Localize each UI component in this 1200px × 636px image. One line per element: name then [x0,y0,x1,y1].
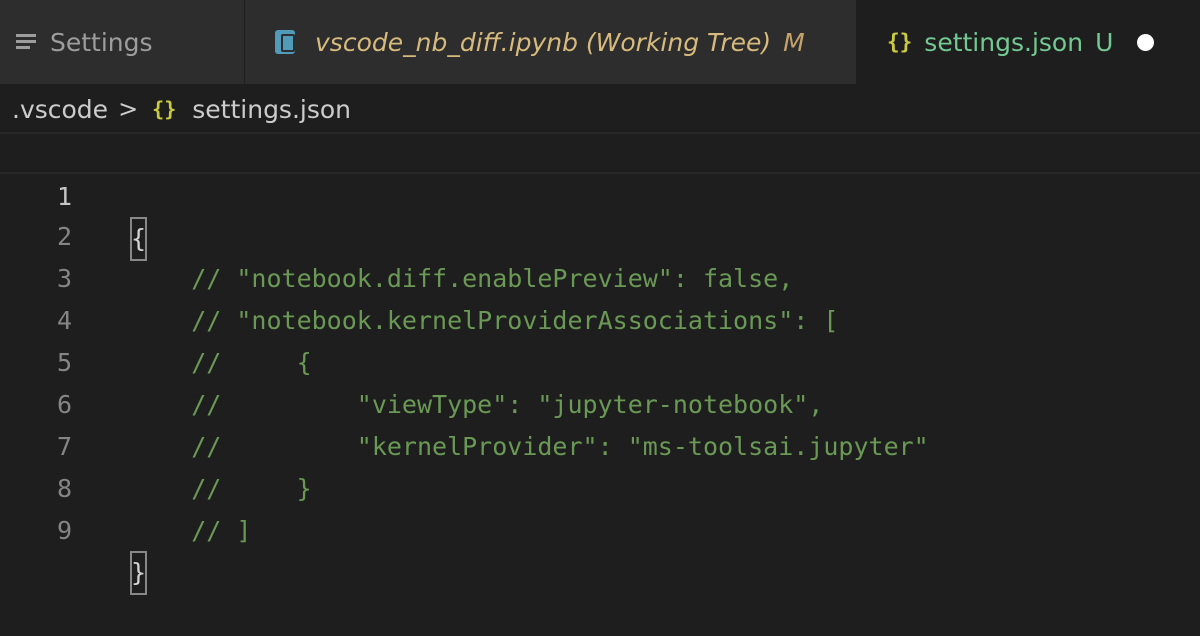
code-text: // ] [131,516,252,545]
code-line[interactable]: 3 // "notebook.kernelProviderAssociation… [0,216,1200,335]
code-line[interactable]: 5 // "viewType": "jupyter-notebook", [0,300,1200,419]
code-line[interactable]: 2 // "notebook.diff.enablePreview": fals… [0,174,1200,293]
tab-settings[interactable]: Settings [0,0,245,84]
braces-icon: {} [887,30,913,54]
lines-icon [16,31,38,53]
modified-badge: M [783,27,805,57]
breadcrumb-file[interactable]: settings.json [192,95,351,124]
code-line[interactable]: 7 // } [0,384,1200,503]
untracked-badge: U [1095,27,1114,57]
tab-label: settings.json [924,27,1084,57]
unsaved-dot-icon[interactable] [1137,33,1155,51]
code-text: } [129,551,148,595]
tab-label: Settings [50,27,153,57]
chevron-right-icon: > [118,95,139,123]
breadcrumb-folder[interactable]: .vscode [12,95,108,124]
code-line[interactable]: 6 // "kernelProvider": "ms-toolsai.jupyt… [0,342,1200,461]
line-number: 9 [56,516,72,545]
code-editor[interactable]: 1 { 2 // "notebook.diff.enablePreview": … [0,132,1200,595]
tab-notebook-diff[interactable]: vscode_nb_diff.ipynb (Working Tree) M [245,0,857,84]
code-line[interactable]: 4 // { [0,258,1200,377]
code-line[interactable]: 9 } [0,468,1200,595]
braces-icon: {} [152,97,177,121]
tab-label: vscode_nb_diff.ipynb (Working Tree) [315,27,772,57]
breadcrumb: .vscode > {} settings.json [0,84,1200,134]
code-line[interactable]: 8 // ] [0,426,1200,545]
tab-bar: Settings vscode_nb_diff.ipynb (Working T… [0,0,1200,84]
code-line[interactable]: 1 { [0,132,1200,261]
notebook-icon [275,30,295,54]
tab-settings-json[interactable]: {} settings.json U [857,0,1200,84]
